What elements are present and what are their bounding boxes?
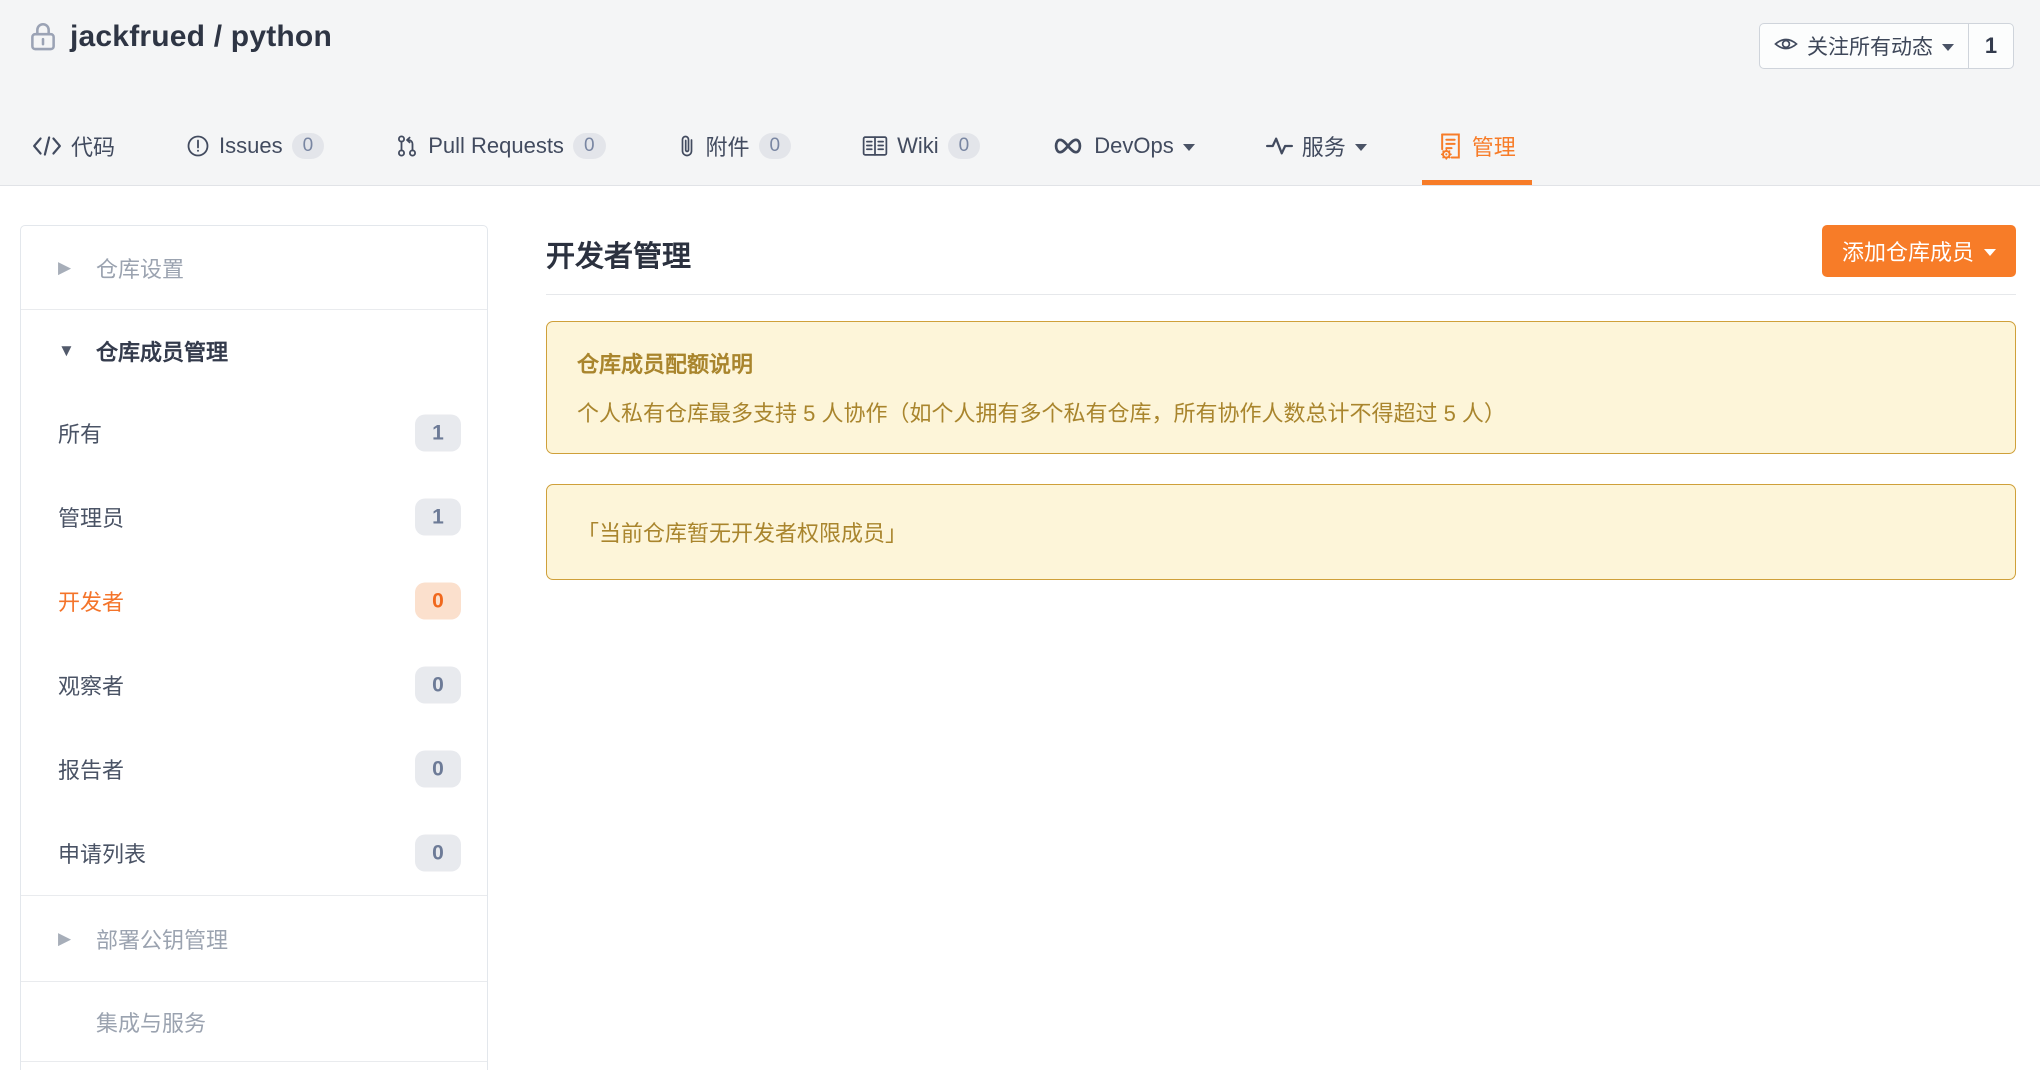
quota-notice: 仓库成员配额说明 个人私有仓库最多支持 5 人协作（如个人拥有多个私有仓库，所有… bbox=[546, 321, 2016, 454]
sidebar-item-admins[interactable]: 管理员 1 bbox=[21, 475, 487, 559]
issues-count-badge: 0 bbox=[292, 133, 325, 159]
count-badge: 0 bbox=[415, 583, 461, 620]
sidebar-section-integrations[interactable]: 集成与服务 bbox=[21, 981, 487, 1061]
count-badge: 1 bbox=[415, 415, 461, 452]
pull-request-icon bbox=[395, 134, 419, 158]
triangle-right-icon: ▶ bbox=[58, 930, 96, 947]
add-member-label: 添加仓库成员 bbox=[1842, 235, 1974, 267]
count-badge: 1 bbox=[415, 499, 461, 536]
settings-sidebar: ▶ 仓库设置 ▼ 仓库成员管理 所有 1 管理员 1 开发者 0 观察者 0 报… bbox=[20, 225, 488, 1070]
page-title: 开发者管理 bbox=[546, 233, 691, 275]
chevron-down-icon bbox=[1183, 144, 1195, 151]
tab-label: DevOps bbox=[1094, 133, 1173, 159]
repo-header: jackfrued / python 关注所有动态 1 bbox=[0, 0, 2040, 54]
watch-control: 关注所有动态 1 bbox=[1759, 23, 2014, 69]
watch-label: 关注所有动态 bbox=[1807, 31, 1933, 61]
chevron-down-icon bbox=[1355, 144, 1367, 151]
main-header: 开发者管理 添加仓库成员 bbox=[546, 225, 2016, 277]
lock-icon bbox=[26, 20, 60, 54]
section-label: 仓库成员管理 bbox=[96, 335, 228, 367]
section-label: 部署公钥管理 bbox=[96, 923, 228, 955]
sidebar-item-observers[interactable]: 观察者 0 bbox=[21, 643, 487, 727]
add-member-button[interactable]: 添加仓库成员 bbox=[1822, 225, 2016, 277]
sidebar-item-developers[interactable]: 开发者 0 bbox=[21, 559, 487, 643]
sidebar-item-all[interactable]: 所有 1 bbox=[21, 391, 487, 475]
repo-title: jackfrued / python bbox=[70, 20, 332, 54]
tab-manage[interactable]: 管理 bbox=[1438, 107, 1516, 185]
code-icon bbox=[32, 135, 62, 157]
sidebar-section-repo-settings[interactable]: ▶ 仓库设置 bbox=[21, 226, 487, 309]
count-badge: 0 bbox=[415, 751, 461, 788]
pulse-icon bbox=[1266, 137, 1293, 155]
sidebar-section-deploy-keys[interactable]: ▶ 部署公钥管理 bbox=[21, 895, 487, 981]
tab-wiki[interactable]: Wiki 0 bbox=[862, 107, 980, 185]
tab-label: 代码 bbox=[71, 130, 115, 162]
title-divider bbox=[546, 294, 2016, 295]
top-bar: jackfrued / python 关注所有动态 1 bbox=[0, 0, 2040, 186]
tab-services[interactable]: 服务 bbox=[1266, 107, 1367, 185]
tab-label: Issues bbox=[219, 133, 283, 159]
main-panel: 开发者管理 添加仓库成员 仓库成员配额说明 个人私有仓库最多支持 5 人协作（如… bbox=[546, 225, 2016, 580]
tab-code[interactable]: 代码 bbox=[32, 107, 115, 185]
count-badge: 0 bbox=[415, 835, 461, 872]
book-icon bbox=[862, 135, 888, 157]
attachments-count-badge: 0 bbox=[759, 133, 792, 159]
page-content: ▶ 仓库设置 ▼ 仓库成员管理 所有 1 管理员 1 开发者 0 观察者 0 报… bbox=[0, 186, 2040, 1070]
sidebar-section-member-management[interactable]: ▼ 仓库成员管理 bbox=[21, 309, 487, 391]
tab-pull-requests[interactable]: Pull Requests 0 bbox=[395, 107, 605, 185]
sidebar-clipped-row bbox=[21, 1061, 487, 1070]
tab-label: 管理 bbox=[1472, 130, 1516, 162]
watch-count[interactable]: 1 bbox=[1968, 24, 2013, 68]
tab-label: 服务 bbox=[1302, 130, 1346, 162]
watch-button[interactable]: 关注所有动态 bbox=[1760, 24, 1968, 68]
tab-label: 附件 bbox=[706, 130, 750, 162]
quota-notice-body: 个人私有仓库最多支持 5 人协作（如个人拥有多个私有仓库，所有协作人数总计不得超… bbox=[577, 396, 1985, 428]
wiki-count-badge: 0 bbox=[948, 133, 981, 159]
quota-notice-title: 仓库成员配额说明 bbox=[577, 347, 1985, 379]
sidebar-item-applications[interactable]: 申请列表 0 bbox=[21, 811, 487, 895]
issue-icon bbox=[186, 134, 210, 158]
tab-attachments[interactable]: 附件 0 bbox=[677, 107, 792, 185]
triangle-down-icon: ▼ bbox=[58, 342, 96, 359]
count-badge: 0 bbox=[415, 667, 461, 704]
pr-count-badge: 0 bbox=[573, 133, 606, 159]
tab-label: Wiki bbox=[897, 133, 939, 159]
empty-members-notice: 「当前仓库暂无开发者权限成员」 bbox=[546, 484, 2016, 580]
manage-doc-gear-icon bbox=[1438, 132, 1463, 160]
paperclip-icon bbox=[677, 134, 697, 158]
tab-label: Pull Requests bbox=[428, 133, 564, 159]
repo-nav: 代码 Issues 0 Pull Re bbox=[32, 107, 1516, 185]
chevron-down-icon bbox=[1942, 44, 1954, 51]
tab-devops[interactable]: DevOps bbox=[1051, 107, 1194, 185]
eye-icon bbox=[1774, 32, 1798, 61]
sidebar-item-reporters[interactable]: 报告者 0 bbox=[21, 727, 487, 811]
section-label: 集成与服务 bbox=[96, 1006, 206, 1038]
section-label: 仓库设置 bbox=[96, 252, 184, 284]
tab-issues[interactable]: Issues 0 bbox=[186, 107, 324, 185]
chevron-down-icon bbox=[1984, 249, 1996, 256]
triangle-right-icon: ▶ bbox=[58, 259, 96, 276]
infinity-icon bbox=[1051, 137, 1085, 155]
